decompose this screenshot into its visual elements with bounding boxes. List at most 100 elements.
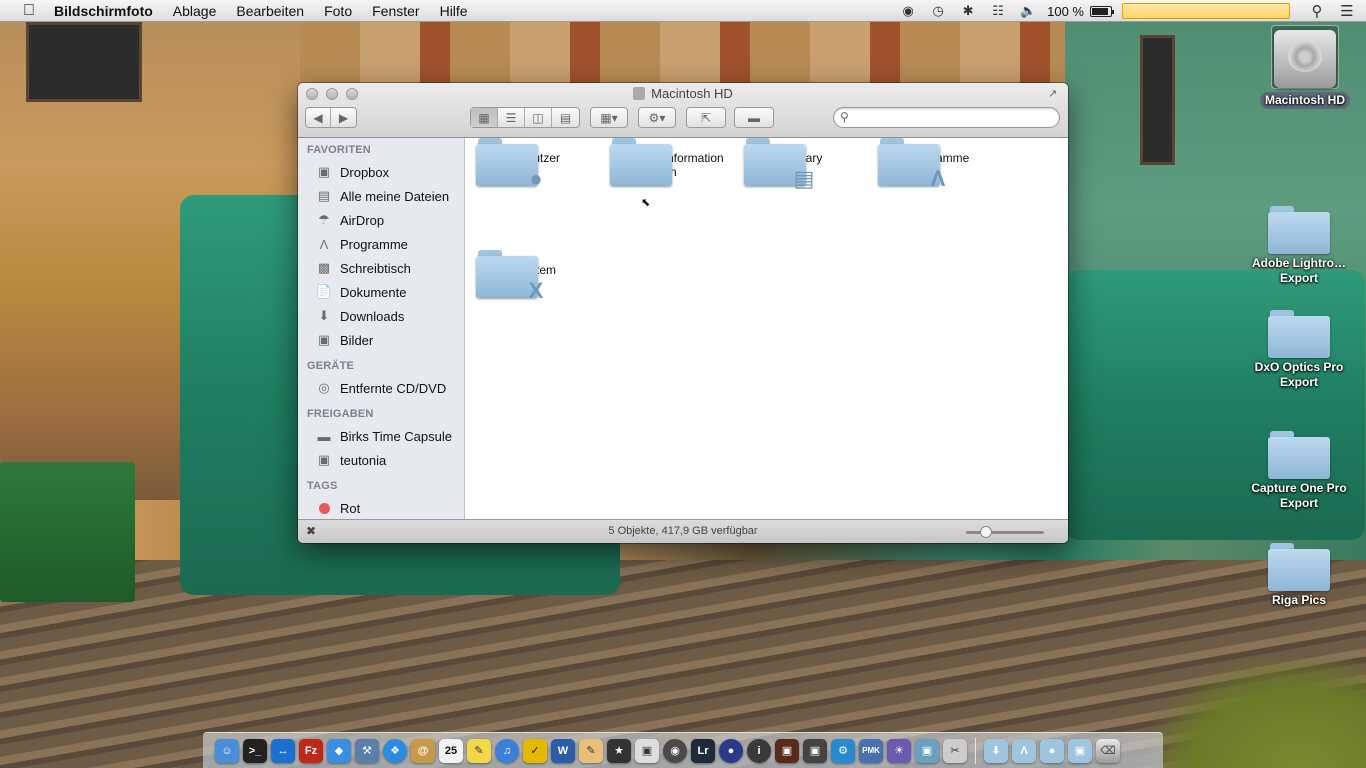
menu-bearbeiten[interactable]: Bearbeiten bbox=[236, 3, 304, 19]
dock-xcode-icon[interactable]: ⚒ bbox=[355, 738, 379, 763]
dock-itunes-icon[interactable]: ♫ bbox=[495, 738, 519, 763]
folder-item-library[interactable]: ▤ Library bbox=[744, 138, 864, 191]
sidebar-item-desktop[interactable]: ▩ Schreibtisch bbox=[298, 256, 464, 280]
wifi-icon[interactable]: ☷ bbox=[987, 3, 1009, 19]
waste-bins bbox=[0, 462, 135, 602]
desktop-icon-capture-one-export[interactable]: Capture One Pro Export bbox=[1249, 431, 1349, 511]
sidebar-item-airdrop[interactable]: ☂ AirDrop bbox=[298, 208, 464, 232]
dock-applications-folder-icon[interactable]: Λ bbox=[1012, 738, 1036, 763]
dock-preferences-icon[interactable]: ⚙ bbox=[831, 738, 855, 763]
sidebar-section-favorites: FAVORITEN bbox=[307, 144, 371, 156]
finder-content: ● Benutzer ⬉ Benutzerinformationen ▤ Lib… bbox=[466, 138, 1068, 519]
dock-documents-folder-icon[interactable]: ● bbox=[1040, 738, 1064, 763]
desktop-icon-riga-pics[interactable]: Riga Pics bbox=[1249, 543, 1349, 608]
sidebar-item-pictures[interactable]: ▣ Bilder bbox=[298, 328, 464, 352]
search-input[interactable]: ⚲ bbox=[833, 107, 1060, 128]
sidebar-item-tag-red[interactable]: Rot bbox=[298, 496, 464, 519]
menu-ablage[interactable]: Ablage bbox=[173, 3, 217, 19]
tags-button[interactable]: ▬ bbox=[734, 107, 774, 128]
dock-photo-icon[interactable]: ● bbox=[719, 738, 743, 763]
coverflow-view-button[interactable]: ▤ bbox=[552, 108, 579, 127]
dock-tool-icon[interactable]: ✂ bbox=[943, 738, 967, 763]
sidebar-item-applications[interactable]: Λ Programme bbox=[298, 232, 464, 256]
slider-knob[interactable] bbox=[980, 526, 992, 538]
folder-item-programme[interactable]: Λ Programme bbox=[878, 138, 998, 191]
grass-patch bbox=[1146, 658, 1366, 768]
dock-pixelmator-icon[interactable]: ★ bbox=[607, 738, 631, 763]
dock-preview-icon[interactable]: ▣ bbox=[635, 738, 659, 763]
share-button[interactable]: ⇱ bbox=[686, 107, 726, 128]
dock-calendar-icon[interactable]: 25 bbox=[439, 738, 463, 763]
dock-dropbox-icon[interactable]: ◆ bbox=[327, 738, 351, 763]
spotlight-progress-field[interactable] bbox=[1122, 3, 1290, 19]
battery-icon[interactable] bbox=[1090, 5, 1114, 17]
desktop-icon-lightroom-export[interactable]: Adobe Lightro…Export bbox=[1249, 206, 1349, 286]
list-view-button[interactable]: ☰ bbox=[498, 108, 526, 127]
notification-center-icon[interactable]: ☰ bbox=[1336, 3, 1358, 20]
folder-alias-icon bbox=[1268, 543, 1330, 591]
menu-app-name[interactable]: Bildschirmfoto bbox=[54, 3, 153, 19]
fullscreen-icon[interactable]: ↗ bbox=[1048, 87, 1062, 101]
volume-icon[interactable]: 🔈 bbox=[1017, 3, 1039, 19]
menu-fenster[interactable]: Fenster bbox=[372, 3, 419, 19]
finder-titlebar[interactable]: Macintosh HD ↗ ◀ ▶ ▦ ☰ ◫ ▤ ▦▾ ⚙▾ ⇱ ▬ ⚲ bbox=[298, 83, 1068, 138]
dock-terminal-icon[interactable]: >_ bbox=[243, 738, 267, 763]
dock-image-capture-icon[interactable]: ▣ bbox=[803, 738, 827, 763]
folder-item-benutzer[interactable]: ● Benutzer bbox=[476, 138, 596, 191]
building-window bbox=[1140, 35, 1175, 165]
apple-menu-icon[interactable]:  bbox=[18, 2, 40, 20]
status-circle-icon[interactable]: ◉ bbox=[897, 3, 919, 19]
action-gear-button[interactable]: ⚙▾ bbox=[638, 107, 676, 128]
sidebar-item-remote-disc[interactable]: ◎ Entfernte CD/DVD bbox=[298, 376, 464, 400]
menu-hilfe[interactable]: Hilfe bbox=[440, 3, 468, 19]
dock-trash-icon[interactable]: ⌫ bbox=[1096, 738, 1120, 763]
library-glyph-icon: ▤ bbox=[793, 166, 815, 191]
hard-drive-icon bbox=[1274, 30, 1336, 88]
dock-photobooth-icon[interactable]: ▣ bbox=[775, 738, 799, 763]
column-view-button[interactable]: ◫ bbox=[525, 108, 553, 127]
folder-item-system[interactable]: X System bbox=[476, 250, 596, 303]
dock-ontrack-icon[interactable]: ✓ bbox=[523, 738, 547, 763]
dock-stickies-icon[interactable]: ✎ bbox=[467, 738, 491, 763]
battery-percentage[interactable]: 100 % bbox=[1047, 4, 1084, 19]
dock-capture-icon[interactable]: i bbox=[747, 738, 771, 763]
dock-aperture-icon[interactable]: ◉ bbox=[663, 738, 687, 763]
view-mode-buttons: ▦ ☰ ◫ ▤ bbox=[470, 107, 580, 128]
desktop-icon-macintosh-hd[interactable]: Macintosh HD bbox=[1255, 30, 1355, 109]
finder-window[interactable]: Macintosh HD ↗ ◀ ▶ ▦ ☰ ◫ ▤ ▦▾ ⚙▾ ⇱ ▬ ⚲ F… bbox=[298, 83, 1068, 543]
dock-contacts-icon[interactable]: @ bbox=[411, 738, 435, 763]
spotlight-search-icon[interactable]: ⚲ bbox=[1306, 3, 1328, 20]
dock-filezilla-icon[interactable]: Fz bbox=[299, 738, 323, 763]
icon-size-slider[interactable] bbox=[966, 526, 1044, 538]
search-icon: ⚲ bbox=[840, 110, 849, 124]
dock-lightroom-icon[interactable]: Lr bbox=[691, 738, 715, 763]
tag-color-icon bbox=[315, 500, 333, 516]
menu-foto[interactable]: Foto bbox=[324, 3, 352, 19]
sidebar-item-dropbox[interactable]: ▣ Dropbox bbox=[298, 160, 464, 184]
arrange-button[interactable]: ▦▾ bbox=[590, 107, 628, 128]
icon-view-button[interactable]: ▦ bbox=[471, 108, 499, 127]
desktop-icon-dxo-export[interactable]: DxO Optics Pro Export bbox=[1249, 310, 1349, 390]
dock-sky-icon[interactable]: ☀ bbox=[887, 738, 911, 763]
sidebar-item-teutonia[interactable]: ▣ teutonia bbox=[298, 448, 464, 472]
dock-image-icon[interactable]: ▣ bbox=[915, 738, 939, 763]
sidebar-item-downloads[interactable]: ⬇ Downloads bbox=[298, 304, 464, 328]
forward-button[interactable]: ▶ bbox=[331, 108, 356, 127]
dock-safari-icon[interactable]: ❖ bbox=[383, 738, 407, 763]
back-button[interactable]: ◀ bbox=[306, 108, 332, 127]
folder-item-benutzerinformationen[interactable]: ⬉ Benutzerinformationen bbox=[610, 138, 730, 209]
bluetooth-icon[interactable]: ✱ bbox=[957, 3, 979, 19]
dock-folder-icon[interactable]: ▣ bbox=[1068, 738, 1092, 763]
pictures-icon: ▣ bbox=[317, 332, 331, 347]
applications-glyph-icon: Λ bbox=[930, 166, 946, 191]
dock-pmk-icon[interactable]: PMK bbox=[859, 738, 883, 763]
dock-notes-icon[interactable]: ✎ bbox=[579, 738, 603, 763]
sidebar-item-documents[interactable]: 📄 Dokumente bbox=[298, 280, 464, 304]
dock-word-icon[interactable]: W bbox=[551, 738, 575, 763]
dock-teamviewer-icon[interactable]: ↔ bbox=[271, 738, 295, 763]
dock-finder-icon[interactable]: ☺ bbox=[215, 738, 239, 763]
sidebar-item-all-files[interactable]: ▤ Alle meine Dateien bbox=[298, 184, 464, 208]
time-machine-icon[interactable]: ◷ bbox=[927, 3, 949, 19]
dock-downloads-folder-icon[interactable]: ⬇ bbox=[984, 738, 1008, 763]
sidebar-item-time-capsule[interactable]: ▬ Birks Time Capsule bbox=[298, 424, 464, 448]
